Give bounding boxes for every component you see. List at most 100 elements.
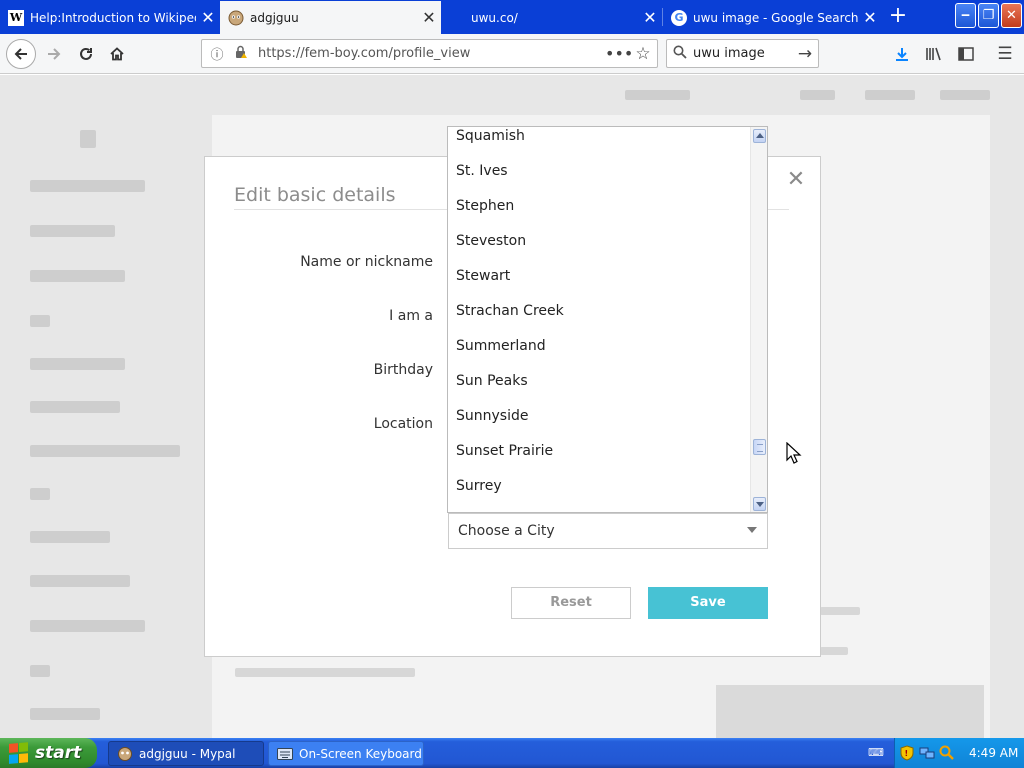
- reload-button[interactable]: [72, 40, 100, 68]
- back-button[interactable]: [6, 39, 36, 69]
- address-bar[interactable]: ⓘ https://fem-boy.com/profile_view ••• ☆: [201, 39, 658, 68]
- close-icon[interactable]: ✕: [638, 8, 662, 27]
- window-close-button[interactable]: ✕: [1001, 3, 1022, 28]
- insecure-lock-icon[interactable]: [232, 45, 250, 63]
- search-tray-icon[interactable]: [939, 745, 955, 761]
- tab-uwu[interactable]: uwu.co/ ✕: [441, 1, 662, 34]
- faded-sidebar-link: [30, 445, 180, 457]
- new-tab-button[interactable]: +: [882, 4, 914, 30]
- tab-wikipedia[interactable]: W Help:Introduction to Wikipedia - W ✕: [0, 1, 220, 34]
- save-button[interactable]: Save: [648, 587, 768, 619]
- city-option[interactable]: Summerland: [448, 329, 750, 364]
- keyboard-icon: [277, 746, 293, 762]
- search-icon: [667, 45, 693, 63]
- close-icon[interactable]: ✕: [196, 8, 220, 27]
- faded-sidebar-link: [30, 270, 125, 282]
- faded-sidebar-link: [30, 708, 100, 720]
- city-option[interactable]: Surrey: [448, 469, 750, 504]
- search-bar[interactable]: uwu image →: [666, 39, 819, 68]
- search-go-icon[interactable]: →: [792, 44, 818, 64]
- navigation-toolbar: ⓘ https://fem-boy.com/profile_view ••• ☆…: [0, 34, 1024, 74]
- blank-page-icon: [449, 10, 465, 26]
- info-icon[interactable]: ⓘ: [208, 44, 226, 63]
- google-icon: G: [671, 9, 687, 26]
- tab-adgjguu[interactable]: adgjguu ✕: [220, 1, 441, 34]
- faded-sidebar-link: [30, 531, 110, 543]
- forward-button[interactable]: [40, 40, 68, 68]
- faded-logo: [80, 130, 96, 148]
- city-option[interactable]: St. Ives: [448, 154, 750, 189]
- url-text[interactable]: https://fem-boy.com/profile_view: [258, 46, 605, 61]
- scroll-thumb[interactable]: [753, 439, 766, 455]
- scroll-up-button[interactable]: [753, 129, 766, 143]
- download-icon[interactable]: [890, 43, 914, 65]
- close-icon[interactable]: ✕: [858, 8, 882, 27]
- tab-title: uwu.co/: [471, 10, 518, 25]
- hamburger-menu-icon[interactable]: ☰: [993, 43, 1017, 65]
- tab-title: Help:Introduction to Wikipedia - W: [30, 10, 196, 25]
- city-option[interactable]: Strachan Creek: [448, 294, 750, 329]
- faded-sidebar-link: [30, 575, 130, 587]
- home-button[interactable]: [103, 40, 131, 68]
- city-select-value: Choose a City: [458, 523, 555, 539]
- home-icon: [110, 47, 124, 61]
- faded-text: [820, 607, 860, 615]
- city-option[interactable]: Sunset Prairie: [448, 434, 750, 469]
- sidebar-toggle-icon[interactable]: [954, 43, 978, 65]
- city-option[interactable]: Sunnyside: [448, 399, 750, 434]
- faded-widget-box: [716, 685, 984, 738]
- faded-header-link: [865, 90, 915, 100]
- reset-button[interactable]: Reset: [511, 587, 631, 619]
- taskbar-item-on-screen-keyboard[interactable]: On-Screen Keyboard: [268, 741, 424, 766]
- start-button[interactable]: start: [0, 738, 97, 768]
- location-label: Location: [373, 416, 433, 432]
- wikipedia-icon: W: [8, 9, 24, 26]
- tab-title: adgjguu: [250, 10, 299, 25]
- mypal-icon: [117, 746, 133, 762]
- back-arrow-icon: [14, 48, 27, 60]
- city-option[interactable]: Sun Peaks: [448, 364, 750, 399]
- faded-text: [235, 668, 415, 677]
- city-option[interactable]: Stephen: [448, 189, 750, 224]
- network-icon[interactable]: [919, 745, 935, 761]
- taskbar-item-label: adgjguu - Mypal: [139, 746, 236, 761]
- city-dropdown-list[interactable]: Squamish St. Ives Stephen Steveston Stew…: [447, 126, 768, 513]
- faded-text: [820, 647, 848, 655]
- modal-close-icon[interactable]: ✕: [785, 169, 807, 191]
- faded-sidebar-link: [30, 401, 120, 413]
- faded-sidebar-link: [30, 315, 50, 327]
- bookmark-star-icon[interactable]: ☆: [629, 44, 657, 64]
- mypal-site-icon: [228, 10, 244, 26]
- minimize-button[interactable]: ‒: [955, 3, 976, 28]
- name-label: Name or nickname: [300, 254, 433, 270]
- clock[interactable]: 4:49 AM: [969, 746, 1018, 760]
- city-option[interactable]: Squamish: [448, 127, 750, 154]
- library-icon[interactable]: [922, 43, 946, 65]
- tab-google-search[interactable]: G uwu image - Google Search ✕: [663, 1, 882, 34]
- tab-title: uwu image - Google Search: [693, 10, 858, 25]
- faded-sidebar-link: [30, 665, 50, 677]
- close-icon[interactable]: ✕: [417, 8, 441, 27]
- taskbar-item-mypal[interactable]: adgjguu - Mypal: [108, 741, 264, 766]
- city-select[interactable]: Choose a City: [448, 513, 768, 549]
- system-tray: ! 4:49 AM: [894, 738, 1024, 768]
- city-option[interactable]: Stewart: [448, 259, 750, 294]
- forward-arrow-icon: [48, 48, 61, 60]
- birthday-label: Birthday: [373, 362, 433, 378]
- search-input[interactable]: uwu image: [693, 46, 792, 61]
- restore-button[interactable]: ❐: [978, 3, 999, 28]
- faded-sidebar-link: [30, 225, 115, 237]
- scroll-down-button[interactable]: [753, 497, 766, 511]
- windows-logo-icon: [9, 742, 29, 764]
- faded-sidebar-link: [30, 620, 145, 632]
- taskbar-item-label: On-Screen Keyboard: [299, 746, 422, 761]
- taskbar: start adgjguu - Mypal On-Screen Keyboard…: [0, 738, 1024, 768]
- faded-sidebar-link: [30, 488, 50, 500]
- dropdown-scrollbar[interactable]: [750, 127, 767, 512]
- browser-tab-strip: W Help:Introduction to Wikipedia - W ✕ a…: [0, 0, 1024, 34]
- security-shield-icon[interactable]: !: [899, 745, 915, 761]
- faded-sidebar-link: [30, 180, 145, 192]
- page-actions-icon[interactable]: •••: [605, 44, 633, 63]
- language-keyboard-icon[interactable]: ⌨: [868, 746, 884, 760]
- city-option[interactable]: Steveston: [448, 224, 750, 259]
